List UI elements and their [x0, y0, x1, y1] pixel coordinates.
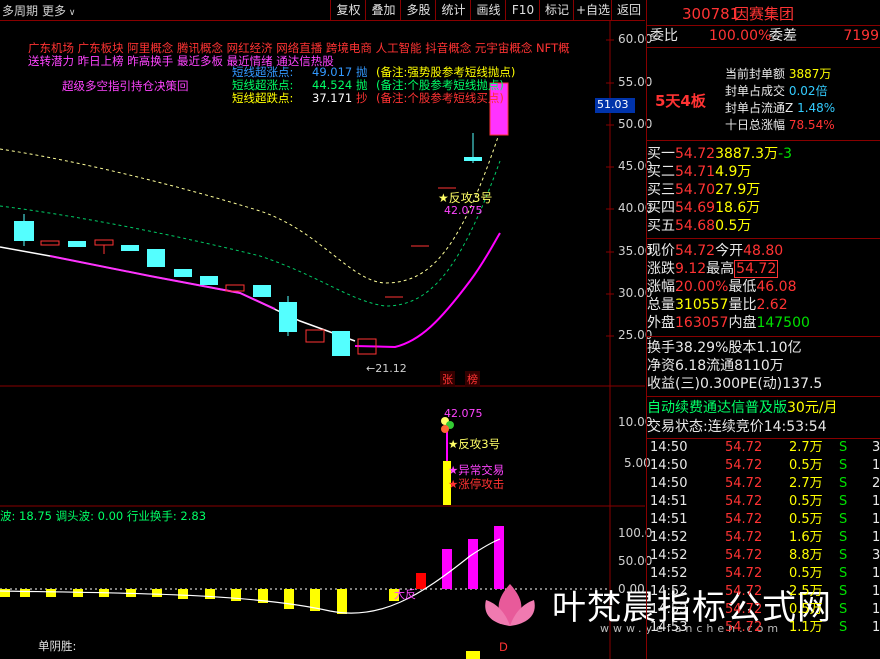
strategy-label: 超级多空指引持仓决策回	[62, 79, 189, 93]
info-dot-icon: *	[729, 69, 734, 79]
leaderboard-tag: 榜	[465, 371, 480, 387]
bid-row[interactable]: 买四54.6918.6万	[647, 199, 880, 217]
toolbar-button-tongji[interactable]: 统计	[435, 0, 471, 20]
quote-row: 现价54.72今开48.80	[647, 243, 784, 259]
limit-up-tag: 张	[440, 371, 455, 387]
legend-block: 短线超涨点: 49.017 抛 (备注:强势股参考短线抛点) 短线超涨点: 44.524…	[232, 65, 516, 105]
trade-status: 交易状态:连续竞价14:53:54	[647, 419, 827, 435]
fangong-signal-value: 42.075	[444, 204, 483, 217]
promo-banner[interactable]: 自动续费通达信普及版30元/月	[647, 399, 880, 417]
stats-row: 收益(三)0.300PE(动)137.5	[647, 376, 823, 392]
bid-row[interactable]: 买一54.723887.3万-3	[647, 145, 880, 163]
quote-row: 外盘163057内盘147500	[647, 315, 810, 331]
toolbar-button-back[interactable]: 返回	[611, 0, 646, 20]
chart-drawing	[0, 21, 645, 659]
sub1-marker: ★反攻3号	[448, 437, 501, 451]
toolbar-button-diejia[interactable]: 叠加	[365, 0, 401, 20]
stock-name: 因赛集团	[734, 5, 795, 23]
lotus-logo-icon	[485, 584, 535, 626]
current-price-tag: 51.03	[597, 98, 629, 111]
weibi-row: 委比 100.00% 委差 7199	[650, 28, 879, 44]
sub2-indicator-text: 波: 18.75 调头波: 0.00 行业换手: 2.83	[0, 509, 207, 523]
tick-row: 14:52 54.72 1.6万 S 1	[650, 530, 880, 545]
toolbar-button-add-watchlist[interactable]: +自选	[573, 0, 612, 20]
tick-row: 14:53 54.72 0.5万 S 1	[650, 602, 880, 617]
stats-row: 净资6.18流通8110万	[647, 358, 784, 374]
tick-row: 14:50 54.72 2.7万 S 3	[650, 440, 880, 455]
board-count-tag: 5天4板	[655, 92, 706, 110]
kline-chart-area[interactable]: 60.00 55.00 50.00 45.00 40.00 35.00 30.0…	[0, 21, 652, 659]
quote-panel: 300781 因赛集团 委比 100.00% 委差 7199 5天4板 当前封单…	[646, 0, 880, 659]
toolbar-button-huaxian[interactable]: 画线	[470, 0, 506, 20]
toolbar-button-biaoji[interactable]: 标记	[539, 0, 574, 20]
more-menu[interactable]: 更多 ∨	[42, 2, 75, 19]
tick-row: 14:52 54.72 8.8万 S 3	[650, 548, 880, 563]
period-selector[interactable]: 多周期	[2, 2, 38, 19]
tick-list[interactable]: 14:50 54.72 2.7万 S 3 14:50 54.72 0.5万 S 1 14:50 5…	[647, 439, 880, 659]
low-price-marker: ←21.12	[366, 362, 407, 375]
quote-row: 涨跌9.12最高 54.72	[647, 260, 779, 278]
toolbar-button-duogu[interactable]: 多股	[400, 0, 436, 20]
seal-info: 当前封单额 3887万 封单占成交 0.02倍 封单占流通Z 1.48% 十日总…	[725, 67, 836, 132]
chevron-down-icon: ∨	[66, 8, 76, 18]
quote-row: 涨幅20.00%最低46.08	[647, 279, 797, 295]
toolbar-button-f10[interactable]: F10	[505, 0, 540, 20]
quote-row: 总量310557量比2.62	[647, 297, 788, 313]
tick-row: 14:50 54.72 2.7万 S 2	[650, 476, 880, 491]
tick-row: 14:52 54.72 0.5万 S 1	[650, 566, 880, 581]
tick-row: 14:53 54.72 1.1万 S 1	[650, 620, 880, 635]
stock-header: 300781 因赛集团	[647, 3, 880, 25]
tick-row: 14:51 54.72 0.5万 S 1	[650, 512, 880, 527]
candles	[14, 82, 509, 356]
toolbar-button-fuquan[interactable]: 复权	[330, 0, 366, 20]
sub2-bottom-label: 单阴胜:	[38, 639, 77, 653]
sub1-value-label: 42.075	[444, 407, 483, 420]
sub1-marker: ★涨停攻击	[448, 477, 505, 491]
sub2-arrow-label: 大反	[394, 588, 416, 601]
tick-row: 14:52 54.72 2.5万 S 1	[650, 584, 880, 599]
stats-row: 换手38.29%股本1.10亿	[647, 340, 802, 356]
tick-row: 14:50 54.72 0.5万 S 1	[650, 458, 880, 473]
bid-row[interactable]: 买三54.7027.9万	[647, 181, 880, 199]
chart-toolbar: 多周期 更多 ∨ 复权 叠加 多股 统计 画线 F10 标记 +自选 返回	[0, 0, 645, 21]
stock-code: 300781	[682, 5, 740, 23]
tick-row: 14:51 54.72 0.5万 S 1	[650, 494, 880, 509]
bid-row[interactable]: 买二54.714.9万	[647, 163, 880, 181]
bid-row[interactable]: 买五54.680.5万	[647, 217, 880, 235]
